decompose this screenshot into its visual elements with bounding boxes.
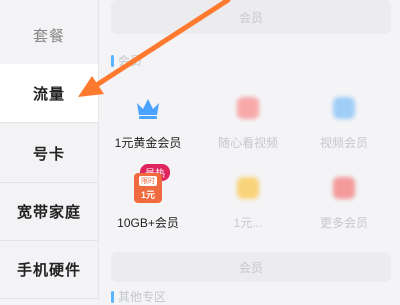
section-marker: [111, 54, 114, 67]
card-gold-member[interactable]: 1元黄金会员: [103, 90, 193, 151]
card-one-yuan[interactable]: 1元...: [203, 170, 293, 231]
card-video-member[interactable]: 视频会员: [299, 90, 389, 151]
card-label: 10GB+会员: [117, 216, 179, 230]
section-title-other: 其他专区: [111, 288, 166, 305]
card-label: 1元黄金会员: [114, 136, 182, 150]
sidebar-item-sim-card[interactable]: 号卡: [0, 124, 98, 183]
card-label: 视频会员: [319, 136, 368, 150]
section-title-members: 会员: [111, 52, 142, 69]
card-video[interactable]: 随心看视频: [203, 90, 293, 151]
card-label: 1元...: [233, 216, 263, 230]
video-icon: [230, 90, 266, 126]
card-label: 更多会员: [319, 216, 368, 230]
banner-text: 会员: [238, 260, 263, 275]
sidebar-item-label: 宽带家庭: [16, 203, 81, 221]
sidebar-item-label: 套餐: [32, 27, 65, 45]
sidebar-item-label: 手机硬件: [16, 261, 81, 279]
box-tag: 限时: [139, 175, 157, 186]
sidebar-item-label: 号卡: [32, 145, 65, 163]
section-title-text: 其他专区: [118, 290, 167, 304]
sidebar-item-broadband-home[interactable]: 宽带家庭: [0, 182, 98, 241]
more-icon: [326, 170, 362, 206]
category-sidebar: 套餐 流量 号卡 宽带家庭 手机硬件: [0, 0, 99, 300]
sidebar-item-data[interactable]: 流量: [0, 64, 98, 123]
sidebar-item-packages[interactable]: 套餐: [0, 6, 98, 65]
main-content: 会员 会员 1元黄金会员 随心看视频 视频会员 最热 限时 1元 10GB+会员: [99, 0, 400, 304]
section-marker: [111, 290, 114, 303]
tv-icon: [326, 90, 362, 126]
banner-text: 会员: [238, 10, 263, 25]
sidebar-item-label: 流量: [32, 85, 65, 103]
sidebar-item-phone-hardware[interactable]: 手机硬件: [0, 240, 98, 299]
coupon-icon: [230, 170, 266, 206]
card-label: 随心看视频: [217, 136, 278, 150]
top-banner[interactable]: 会员: [111, 0, 391, 34]
card-more-members[interactable]: 更多会员: [299, 170, 389, 231]
card-10gb-member[interactable]: 最热 限时 1元 10GB+会员: [103, 164, 193, 231]
box-price: 1元: [140, 189, 155, 200]
gift-box-icon: 限时 1元: [130, 170, 166, 206]
section-title-text: 会员: [118, 54, 143, 68]
crown-icon: [130, 90, 166, 126]
bottom-banner[interactable]: 会员: [111, 252, 391, 282]
